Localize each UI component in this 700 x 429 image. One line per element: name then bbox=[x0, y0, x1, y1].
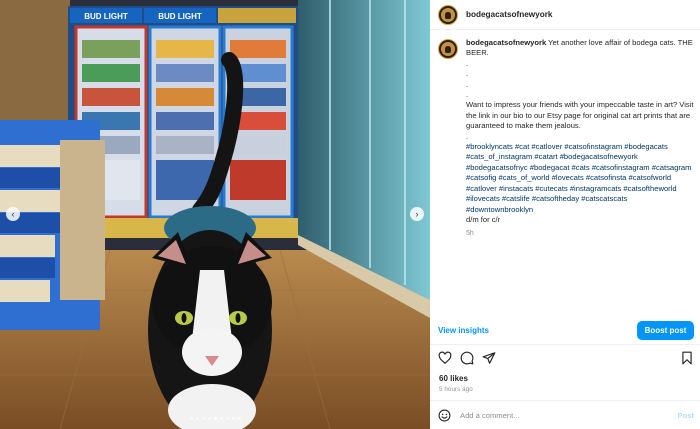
divider bbox=[430, 344, 700, 345]
post-photo[interactable]: BUD LIGHT BUD LIGHT ‹ › bbox=[0, 0, 430, 429]
header-username[interactable]: bodegacatsofnewyork bbox=[466, 10, 552, 19]
share-icon[interactable] bbox=[482, 351, 496, 365]
carousel-dot bbox=[225, 417, 229, 420]
carousel-indicator bbox=[0, 417, 430, 420]
caption-dot: . bbox=[466, 58, 469, 68]
carousel-dot bbox=[213, 417, 217, 420]
caption-hashtags[interactable]: #brooklyncats #cat #catlover #catsofinst… bbox=[466, 142, 694, 215]
comment-input[interactable] bbox=[460, 410, 678, 420]
carousel-dot bbox=[201, 417, 205, 420]
caption-time: 5h bbox=[466, 230, 474, 238]
comment-row: Post bbox=[438, 406, 694, 424]
post-timestamp: 5 hours ago bbox=[439, 386, 473, 393]
caption-dot: . bbox=[466, 131, 469, 141]
carousel-dot bbox=[237, 417, 241, 420]
likes-count[interactable]: 60 likes bbox=[439, 374, 468, 383]
carousel-dot bbox=[231, 417, 235, 420]
caption-signature: d/m for c/r bbox=[466, 214, 501, 224]
caption-dot: . bbox=[466, 69, 469, 79]
cat-avatar-icon bbox=[441, 7, 455, 22]
action-bar bbox=[438, 350, 694, 366]
comment-icon[interactable] bbox=[460, 351, 474, 365]
caption-area: bodegacatsofnewyork Yet another love aff… bbox=[438, 38, 694, 308]
boost-post-button[interactable]: Boost post bbox=[637, 320, 694, 340]
sign-right: BUD LIGHT bbox=[158, 12, 202, 21]
caption-dot: . bbox=[466, 79, 469, 89]
sign-left: BUD LIGHT bbox=[84, 12, 128, 21]
bodega-cat-photo: BUD LIGHT BUD LIGHT bbox=[0, 0, 430, 429]
insights-row: View insights Boost post bbox=[438, 320, 694, 340]
carousel-dot bbox=[189, 417, 193, 420]
caption-dot: . bbox=[466, 90, 469, 100]
post-details-panel: bodegacatsofnewyork bodegacatsofnewyork … bbox=[430, 0, 700, 429]
heart-icon[interactable] bbox=[438, 351, 452, 365]
carousel-dot bbox=[195, 417, 199, 420]
cat-avatar-icon bbox=[441, 42, 455, 56]
divider bbox=[430, 400, 700, 401]
emoji-icon[interactable] bbox=[438, 409, 451, 422]
avatar[interactable] bbox=[438, 4, 458, 25]
post-comment-button[interactable]: Post bbox=[678, 411, 694, 420]
caption-avatar[interactable] bbox=[438, 39, 458, 59]
caption-body: Want to impress your friends with your i… bbox=[466, 100, 694, 131]
caption-username[interactable]: bodegacatsofnewyork bbox=[466, 38, 546, 47]
carousel-next-button[interactable]: › bbox=[410, 207, 424, 221]
post-header: bodegacatsofnewyork bbox=[430, 0, 700, 30]
carousel-dot bbox=[207, 417, 211, 420]
caption: bodegacatsofnewyork Yet another love aff… bbox=[466, 38, 694, 308]
carousel-prev-button[interactable]: ‹ bbox=[6, 207, 20, 221]
carousel-dot bbox=[219, 417, 223, 420]
bookmark-icon[interactable] bbox=[680, 351, 694, 365]
view-insights-link[interactable]: View insights bbox=[438, 326, 489, 335]
